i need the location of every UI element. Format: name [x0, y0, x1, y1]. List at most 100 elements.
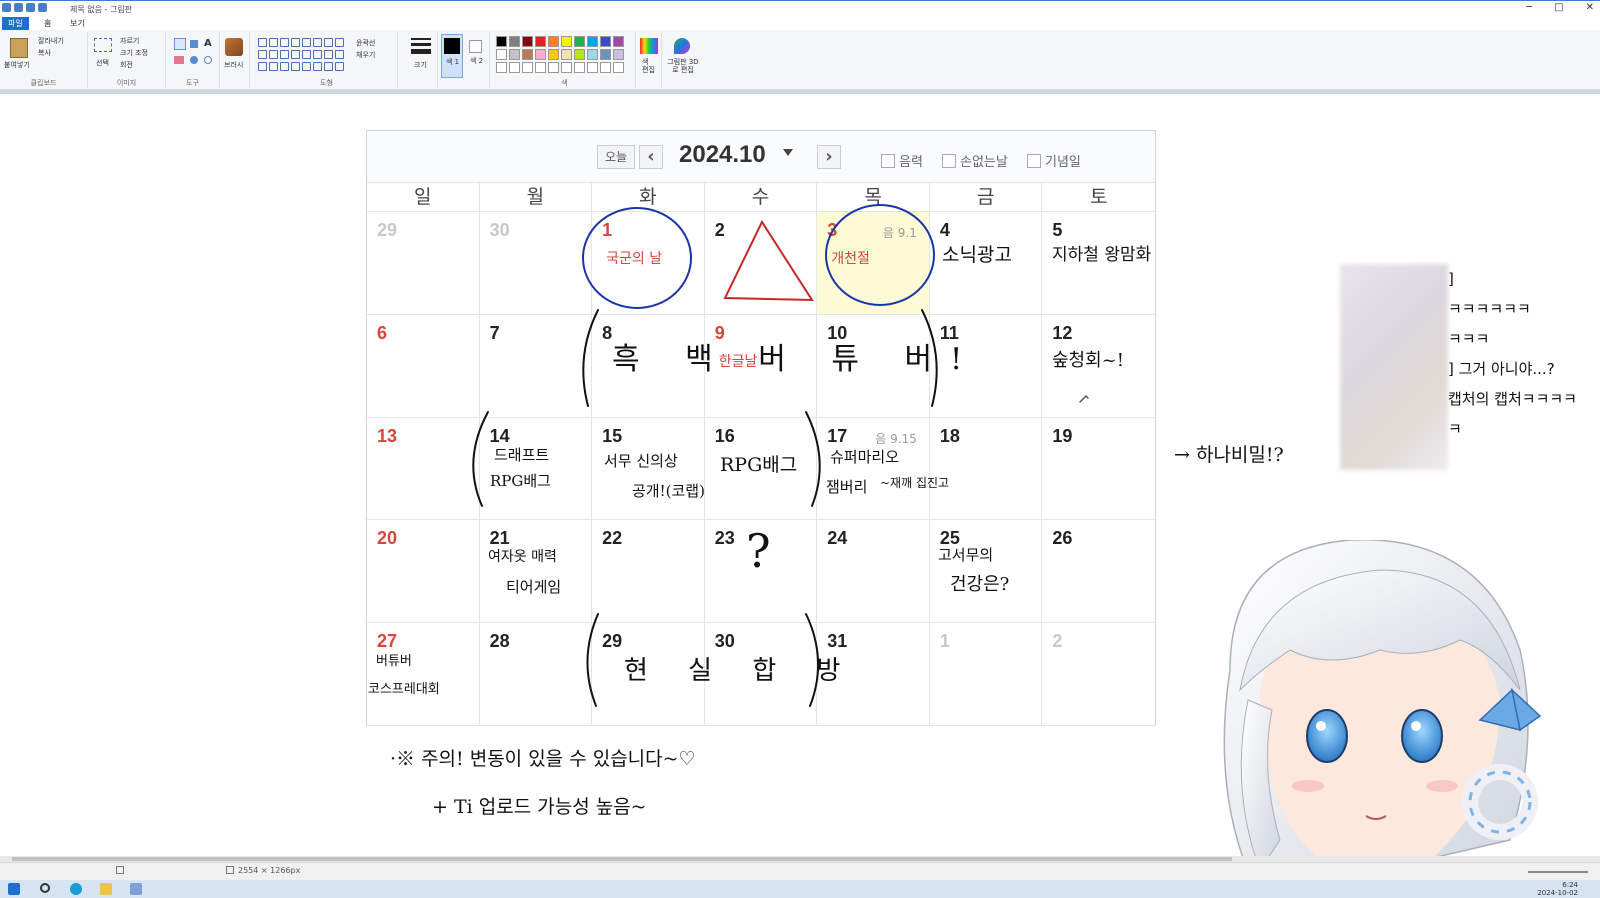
- tab-file[interactable]: 파일: [2, 17, 29, 30]
- maximize-button[interactable]: □: [1554, 2, 1563, 13]
- shape-item[interactable]: [335, 38, 344, 47]
- shape-item[interactable]: [291, 50, 300, 59]
- palette-swatch[interactable]: [561, 36, 572, 47]
- shape-item[interactable]: [269, 62, 278, 71]
- calendar-day-cell[interactable]: 28: [479, 623, 593, 726]
- color-palette[interactable]: [496, 36, 624, 73]
- calendar-day-cell[interactable]: 18: [929, 417, 1043, 521]
- calendar-day-cell[interactable]: 3 음 9.1 개천절: [817, 212, 930, 315]
- calendar-day-cell[interactable]: 7: [479, 314, 593, 418]
- copy-button[interactable]: 복사: [38, 48, 51, 58]
- shape-item[interactable]: [324, 38, 333, 47]
- rotate-button[interactable]: 회전: [120, 60, 133, 70]
- calendar-day-cell[interactable]: 13: [367, 417, 480, 521]
- redo-quick-icon[interactable]: [38, 3, 47, 12]
- calendar-day-cell[interactable]: 24: [817, 520, 930, 624]
- palette-swatch[interactable]: [535, 49, 546, 60]
- calendar-day-cell[interactable]: 29: [367, 212, 480, 315]
- anniversary-checkbox[interactable]: 기념일: [1027, 151, 1081, 170]
- zoom-slider[interactable]: [1528, 871, 1588, 873]
- fill-dropdown[interactable]: 채우기: [356, 50, 375, 60]
- next-month-button[interactable]: ›: [817, 145, 841, 169]
- magnifier-icon[interactable]: [204, 56, 212, 64]
- shape-item[interactable]: [302, 38, 311, 47]
- edge-icon[interactable]: [70, 883, 82, 895]
- edit-colors-icon[interactable]: [640, 38, 658, 54]
- paint3d-icon[interactable]: [674, 38, 690, 54]
- shape-item[interactable]: [291, 62, 300, 71]
- calendar-day-cell[interactable]: 27: [367, 623, 480, 726]
- calendar-day-cell[interactable]: 2: [704, 212, 818, 315]
- shape-item[interactable]: [258, 62, 267, 71]
- start-icon[interactable]: [8, 883, 20, 895]
- palette-swatch[interactable]: [600, 49, 611, 60]
- save-quick-icon[interactable]: [14, 3, 23, 12]
- outline-dropdown[interactable]: 윤곽선: [356, 38, 375, 48]
- shape-item[interactable]: [335, 50, 344, 59]
- shape-item[interactable]: [313, 62, 322, 71]
- edit-colors-button[interactable]: 색 편집: [642, 58, 656, 74]
- paste-button[interactable]: 붙여넣기: [4, 60, 30, 70]
- color-picker-icon[interactable]: [190, 56, 198, 64]
- palette-swatch[interactable]: [613, 49, 624, 60]
- month-label[interactable]: 2024.10: [679, 141, 766, 169]
- explorer-icon[interactable]: [100, 883, 112, 895]
- size-button[interactable]: 크기: [414, 60, 427, 70]
- calendar-day-cell[interactable]: 17 음 9.15: [817, 417, 930, 521]
- color2-slot[interactable]: 색 2: [466, 34, 488, 78]
- calendar-day-cell[interactable]: 19: [1042, 418, 1155, 521]
- select-button[interactable]: 선택: [96, 58, 109, 68]
- palette-swatch[interactable]: [509, 49, 520, 60]
- shape-item[interactable]: [258, 50, 267, 59]
- checkbox-icon[interactable]: [1027, 153, 1041, 168]
- calendar-day-cell[interactable]: 20: [367, 520, 480, 624]
- brush-icon[interactable]: [225, 38, 243, 56]
- calendar-day-cell[interactable]: 26: [1042, 520, 1155, 624]
- cut-button[interactable]: 잘라내기: [38, 36, 64, 46]
- crop-button[interactable]: 자르기: [120, 36, 139, 46]
- today-button[interactable]: 오늘: [597, 145, 635, 169]
- moving-day-checkbox[interactable]: 손없는날: [942, 151, 1008, 170]
- shape-item[interactable]: [313, 50, 322, 59]
- palette-swatch[interactable]: [496, 49, 507, 60]
- palette-swatch[interactable]: [587, 49, 598, 60]
- fill-icon[interactable]: [190, 40, 198, 48]
- scrollbar-thumb[interactable]: [12, 857, 1232, 861]
- palette-swatch[interactable]: [522, 36, 533, 47]
- close-button[interactable]: ✕: [1586, 2, 1594, 13]
- tab-view[interactable]: 보기: [64, 17, 91, 30]
- shape-item[interactable]: [280, 38, 289, 47]
- palette-swatch[interactable]: [496, 36, 507, 47]
- palette-swatch[interactable]: [613, 36, 624, 47]
- palette-swatch[interactable]: [561, 49, 572, 60]
- shape-item[interactable]: [280, 62, 289, 71]
- paint3d-button[interactable]: 그림판 3D로 편집: [666, 58, 700, 74]
- palette-swatch[interactable]: [548, 49, 559, 60]
- shape-item[interactable]: [324, 50, 333, 59]
- custom-color-swatch[interactable]: [613, 62, 624, 73]
- lunar-checkbox[interactable]: 음력: [881, 151, 923, 170]
- palette-swatch[interactable]: [600, 36, 611, 47]
- shape-item[interactable]: [335, 62, 344, 71]
- shape-item[interactable]: [280, 50, 289, 59]
- palette-swatch[interactable]: [574, 49, 585, 60]
- palette-swatch[interactable]: [522, 49, 533, 60]
- palette-swatch[interactable]: [574, 36, 585, 47]
- checkbox-icon[interactable]: [942, 153, 956, 168]
- calendar-day-cell[interactable]: 2: [1042, 623, 1155, 726]
- chevron-down-icon[interactable]: [783, 149, 793, 156]
- calendar-day-cell[interactable]: 6: [367, 314, 480, 418]
- paint-taskbar-icon[interactable]: [130, 883, 142, 895]
- tray-clock[interactable]: 6:24 2024-10-02: [1537, 881, 1578, 897]
- resize-button[interactable]: 크기 조정: [120, 48, 148, 58]
- calendar-day-cell[interactable]: 1 국군의 날: [592, 212, 705, 315]
- shape-item[interactable]: [291, 38, 300, 47]
- shape-item[interactable]: [302, 62, 311, 71]
- shape-item[interactable]: [258, 38, 267, 47]
- custom-color-swatch[interactable]: [548, 62, 559, 73]
- brushes-button[interactable]: 브러시: [224, 60, 243, 70]
- palette-swatch[interactable]: [587, 36, 598, 47]
- text-tool-icon[interactable]: A: [204, 38, 212, 49]
- custom-color-swatch[interactable]: [600, 62, 611, 73]
- calendar-day-cell[interactable]: 22: [592, 520, 705, 624]
